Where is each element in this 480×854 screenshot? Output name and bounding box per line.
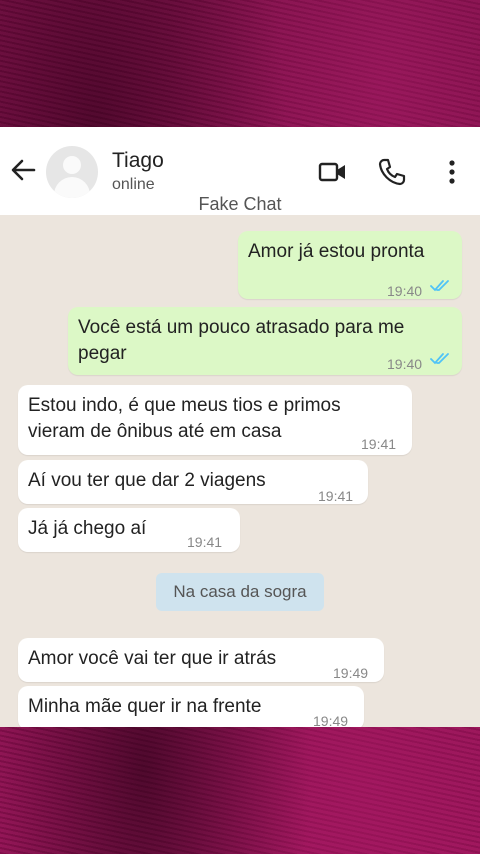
- chat-screen: Tiago online Fake Chat Amor já estou pro…: [0, 127, 480, 727]
- read-receipt-icon: [430, 353, 449, 365]
- message-bubble-incoming[interactable]: Amor você vai ter que ir atrás 19:49: [18, 638, 384, 682]
- message-line: Estou indo, é que meus tios e primos: [28, 395, 341, 416]
- avatar-head-shape: [63, 156, 81, 174]
- video-call-icon[interactable]: [318, 157, 348, 187]
- message-line: Você está um pouco atrasado para me: [78, 317, 405, 338]
- voice-call-icon[interactable]: [377, 157, 407, 187]
- message-time: 19:41: [187, 534, 223, 550]
- message-bubble-incoming[interactable]: Estou indo, é que meus tios e primos vie…: [18, 385, 412, 455]
- message-line: vieram de ônibus até em casa: [28, 421, 282, 442]
- message-time: 19:49: [333, 665, 369, 681]
- message-text: Amor já estou pronta: [248, 241, 425, 262]
- message-bubble-outgoing[interactable]: Amor já estou pronta 19:40: [238, 231, 462, 299]
- message-text: Já já chego aí: [28, 518, 147, 539]
- message-text: Aí vou ter que dar 2 viagens: [28, 470, 266, 491]
- message-bubble-incoming[interactable]: Minha mãe quer ir na frente 19:49: [18, 686, 364, 727]
- avatar[interactable]: [46, 146, 98, 198]
- message-time: 19:41: [361, 436, 397, 452]
- contact-status: online: [112, 176, 155, 193]
- contact-name[interactable]: Tiago: [112, 149, 164, 173]
- message-text: Você está um pouco atrasado para me pega…: [78, 315, 404, 367]
- message-time: 19:40: [387, 356, 423, 372]
- message-time: 19:40: [387, 283, 423, 299]
- message-text: Minha mãe quer ir na frente: [28, 696, 262, 717]
- chat-header: Tiago online Fake Chat: [0, 127, 480, 215]
- message-time: 19:49: [313, 713, 349, 727]
- message-bubble-outgoing[interactable]: Você está um pouco atrasado para me pega…: [68, 307, 462, 375]
- page-subtitle: Fake Chat: [198, 194, 282, 214]
- message-text: Amor você vai ter que ir atrás: [28, 648, 277, 669]
- message-bubble-incoming[interactable]: Já já chego aí 19:41: [18, 508, 240, 552]
- message-text: Estou indo, é que meus tios e primos vie…: [28, 393, 341, 445]
- read-receipt-icon: [430, 280, 449, 292]
- message-bubble-incoming[interactable]: Aí vou ter que dar 2 viagens 19:41: [18, 460, 368, 504]
- date-banner: Na casa da sogra: [156, 573, 324, 611]
- more-options-icon[interactable]: [437, 157, 467, 187]
- message-time: 19:41: [318, 488, 354, 504]
- back-arrow-icon[interactable]: [10, 157, 36, 183]
- message-line: pegar: [78, 343, 127, 364]
